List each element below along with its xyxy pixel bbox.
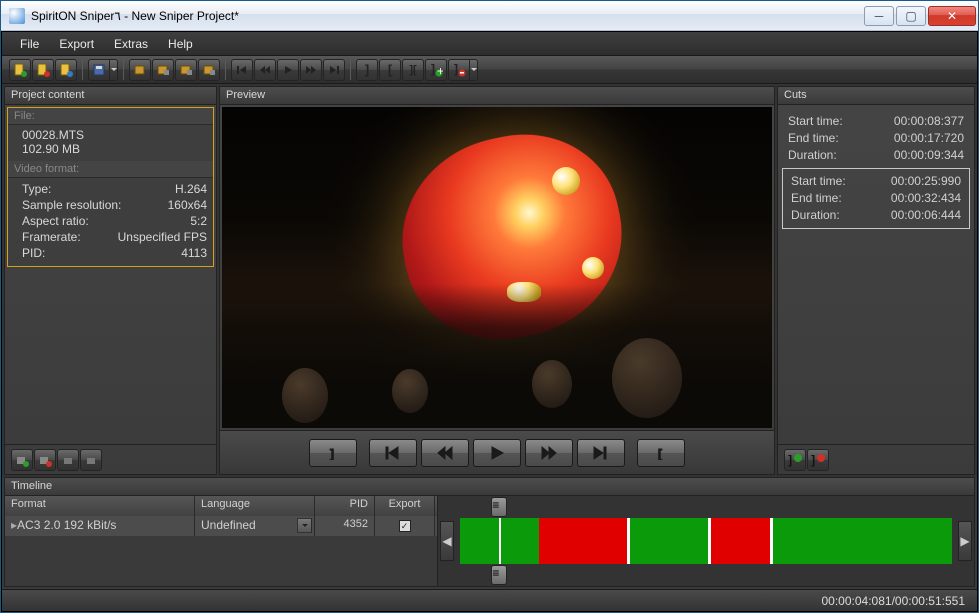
project-add-button[interactable] [11, 449, 33, 471]
window-title: SpiritON Sniper٦ - New Sniper Project* [31, 9, 864, 23]
toolbar-export-2-button[interactable] [152, 59, 174, 81]
cuts-panel: Cuts Start time:00:00:08:377 End time:00… [777, 86, 975, 475]
menu-extras[interactable]: Extras [104, 34, 158, 54]
svg-text:]: ] [431, 63, 435, 76]
stream-language: Undefined [201, 518, 256, 532]
toolbar-mark-clip-button[interactable]: ][ [402, 59, 424, 81]
toolbar-export-1-button[interactable] [129, 59, 151, 81]
file-name: 00028.MTS [22, 128, 207, 142]
status-duration: 00:00:51:551 [895, 594, 965, 608]
timeline-segment[interactable] [539, 518, 628, 564]
close-button[interactable]: ✕ [928, 6, 976, 26]
timeline-segment[interactable] [772, 518, 952, 564]
toolbar-add-file-button[interactable] [9, 59, 31, 81]
language-dropdown[interactable] [297, 518, 312, 533]
goto-start-button[interactable] [369, 439, 417, 467]
col-pid[interactable]: PID [315, 496, 375, 516]
video-info-body: Type:H.264 Sample resolution:160x64 Aspe… [8, 178, 213, 266]
timeline-track[interactable] [460, 518, 952, 564]
preview-panel-header: Preview [220, 87, 774, 105]
toolbar-save-dropdown[interactable] [110, 59, 118, 81]
video-info-header: Video format: [8, 161, 213, 178]
project-panel: Project content File: 00028.MTS 102.90 M… [4, 86, 217, 475]
toolbar-goto-end-button[interactable] [323, 59, 345, 81]
svg-text:]: ] [330, 447, 334, 460]
toolbar-file-settings-button[interactable] [55, 59, 77, 81]
step-back-button[interactable] [421, 439, 469, 467]
timeline-handle-top[interactable]: ≡ [491, 497, 507, 517]
toolbar-mark-out-button[interactable]: [ [379, 59, 401, 81]
play-button[interactable] [473, 439, 521, 467]
video-preview[interactable] [222, 107, 772, 428]
col-export[interactable]: Export [375, 496, 435, 516]
col-language[interactable]: Language [195, 496, 315, 516]
timeline-panel-header: Timeline [5, 478, 974, 496]
toolbar-goto-start-button[interactable] [231, 59, 253, 81]
toolbar-remove-cut-dropdown[interactable] [470, 59, 478, 81]
toolbar-export-3-button[interactable] [175, 59, 197, 81]
project-down-button[interactable] [80, 449, 102, 471]
toolbar-add-cut-button[interactable]: ]+ [425, 59, 447, 81]
cuts-remove-button[interactable]: ] [807, 449, 829, 471]
menu-export[interactable]: Export [49, 34, 104, 54]
cuts-add-button[interactable]: ] [784, 449, 806, 471]
toolbar-remove-cut-button[interactable]: ] [448, 59, 470, 81]
col-format[interactable]: Format [5, 496, 195, 516]
minimize-button[interactable]: ─ [864, 6, 894, 26]
stream-row-0[interactable]: ▸AC3 2.0 192 kBit/s Undefined 4352 ✓ [5, 516, 437, 536]
timeline-streams-table: Format Language PID Export ▸AC3 2.0 192 … [5, 496, 438, 586]
menu-bar: File Export Extras Help [2, 32, 977, 56]
transport-bar: ] [ [220, 430, 774, 474]
title-bar[interactable]: SpiritON Sniper٦ - New Sniper Project* ─… [1, 1, 978, 31]
file-size: 102.90 MB [22, 142, 207, 156]
timeline-segment[interactable] [630, 518, 709, 564]
step-forward-button[interactable] [525, 439, 573, 467]
svg-text:]: ] [454, 63, 458, 76]
timeline-track-area: ◀ ▶ ≡ ≡ [438, 496, 974, 586]
cut-item-0[interactable]: Start time:00:00:08:377 End time:00:00:1… [780, 109, 972, 168]
svg-text:[: [ [658, 447, 662, 460]
project-remove-button[interactable] [34, 449, 56, 471]
preview-panel: Preview ] [219, 86, 775, 475]
toolbar-play-button[interactable] [277, 59, 299, 81]
toolbar-save-button[interactable] [88, 59, 110, 81]
status-bar: 00:00:04:081 / 00:00:51:551 [2, 589, 977, 611]
cuts-panel-header: Cuts [778, 87, 974, 105]
main-toolbar: ] [ ][ ]+ ] [2, 56, 977, 84]
file-info-box[interactable]: File: 00028.MTS 102.90 MB Video format: … [7, 107, 214, 267]
project-up-button[interactable] [57, 449, 79, 471]
timeline-scroll-left[interactable]: ◀ [440, 521, 454, 561]
maximize-button[interactable]: ▢ [896, 6, 926, 26]
toolbar-mark-in-button[interactable]: ] [356, 59, 378, 81]
app-window: SpiritON Sniper٦ - New Sniper Project* ─… [0, 0, 979, 613]
timeline-handle-bottom[interactable]: ≡ [491, 565, 507, 585]
toolbar-remove-file-button[interactable] [32, 59, 54, 81]
goto-end-button[interactable] [577, 439, 625, 467]
timeline-panel: Timeline Format Language PID Export ▸AC3… [4, 477, 975, 587]
timeline-playhead[interactable] [499, 518, 501, 564]
toolbar-export-4-button[interactable] [198, 59, 220, 81]
timeline-scroll-right[interactable]: ▶ [958, 521, 972, 561]
file-info-header: File: [8, 108, 213, 125]
toolbar-step-back-button[interactable] [254, 59, 276, 81]
toolbar-step-fwd-button[interactable] [300, 59, 322, 81]
set-in-point-button[interactable]: [ [637, 439, 685, 467]
menu-file[interactable]: File [10, 34, 49, 54]
timeline-segment[interactable] [711, 518, 770, 564]
status-position: 00:00:04:081 [822, 594, 892, 608]
menu-help[interactable]: Help [158, 34, 203, 54]
project-panel-header: Project content [5, 87, 216, 105]
cut-item-1[interactable]: Start time:00:00:25:990 End time:00:00:3… [782, 168, 970, 229]
app-icon [9, 8, 25, 24]
stream-pid: 4352 [315, 516, 375, 536]
svg-text:+: + [437, 64, 443, 77]
stream-export-checkbox[interactable]: ✓ [399, 520, 411, 532]
set-out-point-button[interactable]: ] [309, 439, 357, 467]
stream-format: AC3 2.0 192 kBit/s [17, 518, 116, 532]
